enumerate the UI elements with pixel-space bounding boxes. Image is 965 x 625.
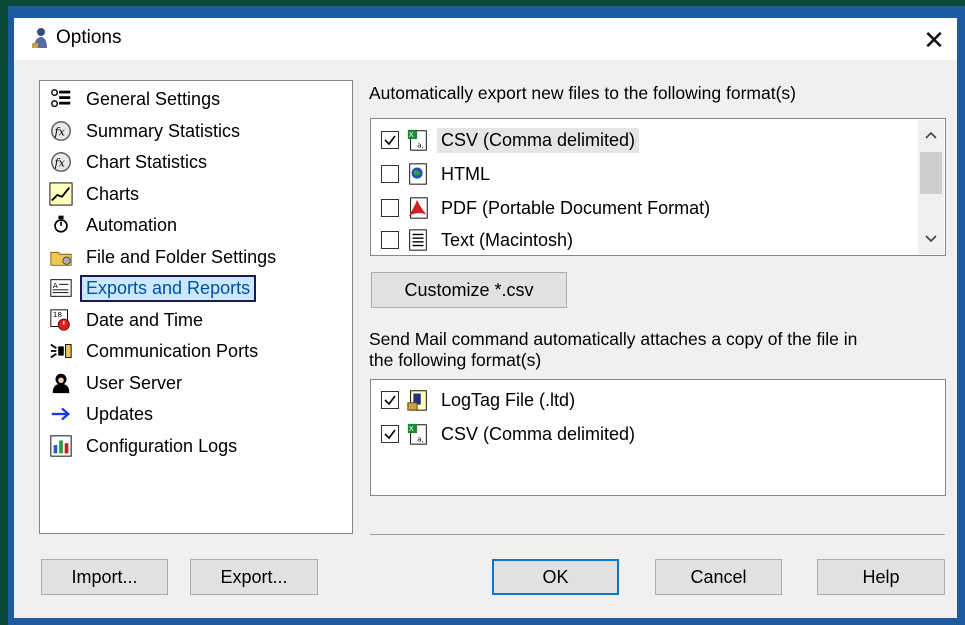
svg-text:a,: a,	[417, 434, 424, 443]
nav-item-user-server[interactable]: User Server	[48, 369, 186, 397]
checkmark-icon	[384, 429, 396, 440]
export-list-scrollbar[interactable]	[918, 120, 944, 254]
divider	[370, 534, 945, 535]
chevron-down-icon	[925, 235, 937, 243]
configuration-logs-icon	[48, 433, 74, 459]
mail-formats-list[interactable]: LogTag File (.ltd) Xa, CSV (Comma delimi…	[370, 379, 946, 496]
nav-item-automation[interactable]: Automation	[48, 211, 181, 239]
nav-item-label: Chart Statistics	[86, 151, 208, 172]
cancel-button[interactable]: Cancel	[655, 559, 782, 595]
list-item[interactable]: LogTag File (.ltd)	[381, 385, 579, 415]
mail-formats-heading-line2: the following format(s)	[369, 350, 542, 370]
format-label: HTML	[441, 163, 490, 184]
nav-item-label: Communication Ports	[86, 340, 259, 361]
svg-text:fx: fx	[54, 126, 66, 139]
scroll-down-button[interactable]	[918, 224, 944, 254]
logtag-file-icon	[405, 387, 431, 413]
general-settings-icon	[48, 86, 74, 112]
options-category-list[interactable]: General Settings fx Summary Statistics f…	[39, 80, 353, 534]
nav-item-summary-statistics[interactable]: fx Summary Statistics	[48, 117, 244, 145]
export-csv-checkbox[interactable]	[381, 131, 399, 149]
import-button[interactable]: Import...	[41, 559, 168, 595]
scroll-thumb[interactable]	[920, 152, 942, 194]
list-item[interactable]: PDF (Portable Document Format)	[381, 193, 714, 223]
nav-item-label: Exports and Reports	[79, 274, 257, 302]
checkmark-icon	[384, 395, 396, 406]
svg-text:a,: a,	[417, 140, 424, 149]
checkmark-icon	[384, 135, 396, 146]
nav-item-label: Automation	[86, 214, 178, 235]
chevron-up-icon	[925, 131, 937, 139]
window-title: Options	[56, 27, 122, 48]
scroll-up-button[interactable]	[918, 120, 944, 150]
list-item[interactable]: Text (Macintosh)	[381, 225, 577, 255]
automation-icon	[48, 212, 74, 238]
app-icon	[30, 26, 50, 50]
list-item[interactable]: HTML	[381, 159, 494, 189]
export-formats-list[interactable]: Xa, CSV (Comma delimited) HTML PDF (Port…	[370, 118, 946, 256]
format-label: LogTag File (.ltd)	[441, 389, 576, 410]
export-formats-heading: Automatically export new files to the fo…	[369, 83, 796, 103]
nav-item-communication-ports[interactable]: Communication Ports	[48, 337, 262, 365]
nav-item-label: Configuration Logs	[86, 435, 238, 456]
ok-button[interactable]: OK	[492, 559, 619, 595]
help-button[interactable]: Help	[817, 559, 945, 595]
svg-text:X: X	[409, 130, 414, 139]
format-label: CSV (Comma delimited)	[441, 423, 636, 444]
export-button[interactable]: Export...	[190, 559, 318, 595]
folder-settings-icon	[48, 244, 74, 270]
nav-item-general-settings[interactable]: General Settings	[48, 85, 224, 113]
nav-item-label: Charts	[86, 183, 140, 204]
nav-item-label: Updates	[86, 403, 154, 424]
title-bar	[14, 18, 957, 60]
close-icon: ✕	[923, 24, 945, 55]
format-label: Text (Macintosh)	[441, 229, 574, 250]
mail-csv-checkbox[interactable]	[381, 425, 399, 443]
nav-item-label: Date and Time	[86, 309, 204, 330]
charts-icon	[48, 181, 74, 207]
customize-csv-button[interactable]: Customize *.csv	[371, 272, 567, 308]
nav-item-configuration-logs[interactable]: Configuration Logs	[48, 432, 241, 460]
nav-item-chart-statistics[interactable]: fx Chart Statistics	[48, 148, 211, 176]
export-text-checkbox[interactable]	[381, 231, 399, 249]
exports-reports-icon: A	[48, 275, 74, 301]
nav-item-label: General Settings	[86, 88, 221, 109]
format-label: CSV (Comma delimited)	[437, 127, 640, 153]
html-icon	[405, 161, 431, 187]
svg-text:fx: fx	[54, 157, 66, 170]
nav-item-label: User Server	[86, 372, 183, 393]
format-label: PDF (Portable Document Format)	[441, 197, 711, 218]
nav-item-exports-and-reports[interactable]: A Exports and Reports	[48, 274, 257, 302]
text-file-icon	[405, 227, 431, 253]
pdf-icon	[405, 195, 431, 221]
nav-item-label: Summary Statistics	[86, 120, 241, 141]
nav-item-file-and-folder-settings[interactable]: File and Folder Settings	[48, 243, 280, 271]
chart-statistics-icon: fx	[48, 149, 74, 175]
list-item[interactable]: Xa, CSV (Comma delimited)	[381, 125, 640, 155]
nav-item-date-and-time[interactable]: 18 Date and Time	[48, 306, 207, 334]
csv-icon: Xa,	[405, 421, 431, 447]
arrow-right-icon	[48, 401, 74, 427]
calendar-clock-icon: 18	[48, 307, 74, 333]
export-html-checkbox[interactable]	[381, 165, 399, 183]
nav-item-updates[interactable]: Updates	[48, 400, 157, 428]
nav-item-label: File and Folder Settings	[86, 246, 277, 267]
communication-ports-icon	[48, 338, 74, 364]
svg-text:A: A	[53, 281, 58, 290]
mail-logtag-checkbox[interactable]	[381, 391, 399, 409]
svg-text:18: 18	[53, 310, 63, 319]
summary-statistics-icon: fx	[48, 118, 74, 144]
nav-item-charts[interactable]: Charts	[48, 180, 143, 208]
close-button[interactable]: ✕	[912, 24, 956, 56]
user-server-icon	[48, 370, 74, 396]
csv-icon: Xa,	[405, 127, 431, 153]
svg-text:X: X	[409, 424, 414, 433]
list-item[interactable]: Xa, CSV (Comma delimited)	[381, 419, 639, 449]
export-pdf-checkbox[interactable]	[381, 199, 399, 217]
mail-formats-heading: Send Mail command automatically attaches…	[369, 329, 858, 349]
